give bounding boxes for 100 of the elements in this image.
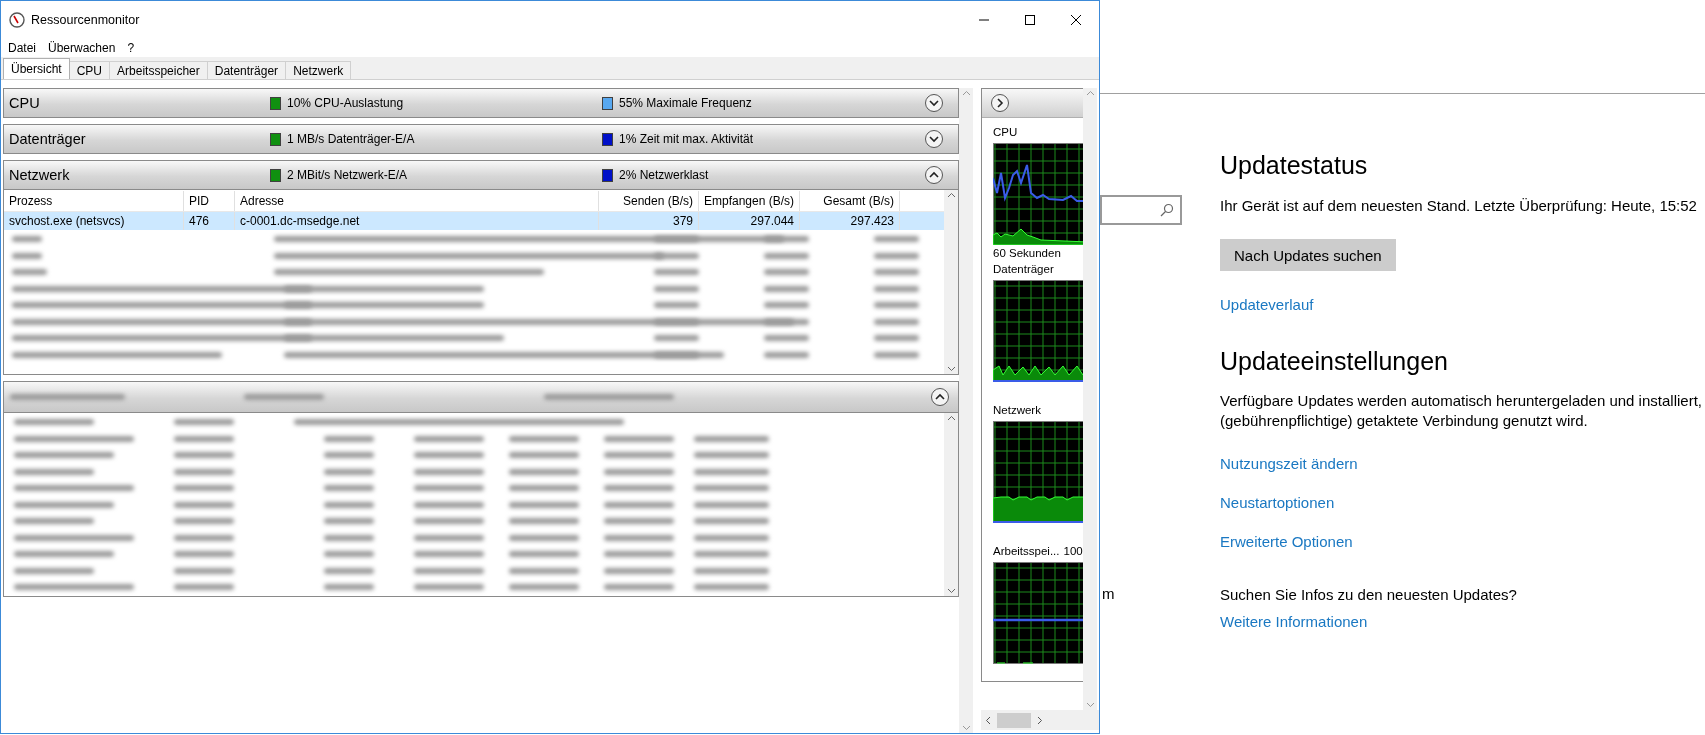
blurred-text — [414, 534, 484, 541]
section-title: Datenträger — [8, 131, 87, 147]
blurred-text — [414, 551, 484, 557]
blurred-text — [509, 534, 579, 541]
blurred-text — [414, 518, 484, 524]
blurred-text — [874, 335, 919, 341]
scroll-left-icon — [985, 715, 991, 725]
blurred-text — [414, 485, 484, 491]
search-icon — [1160, 203, 1174, 217]
blurred-text — [874, 236, 919, 242]
settings-link[interactable]: Erweiterte Optionen — [1220, 533, 1353, 550]
column-header[interactable]: Senden (B/s) — [599, 190, 699, 211]
scrollbar[interactable] — [944, 190, 958, 374]
scroll-up-icon — [961, 90, 971, 96]
blurred-text — [509, 584, 579, 590]
menu-item[interactable]: Überwachen — [48, 41, 116, 55]
blurred-text — [509, 567, 579, 574]
column-header[interactable]: Adresse — [235, 190, 599, 211]
tab[interactable]: Arbeitsspeicher — [109, 61, 208, 79]
graph-title: Arbeitsspei... — [993, 544, 1060, 559]
blurred-text — [764, 285, 809, 292]
scroll-down-icon — [1085, 702, 1095, 708]
section-heading: Updateeinstellungen — [1220, 346, 1448, 377]
blurred-text — [174, 584, 234, 590]
blurred-text — [174, 468, 234, 475]
menu-item[interactable]: ? — [127, 41, 135, 55]
maximize-icon — [1024, 14, 1036, 26]
tab[interactable]: Netzwerk — [285, 61, 352, 79]
scrollbar[interactable] — [981, 710, 1099, 730]
blurred-text — [509, 551, 579, 557]
scrollbar[interactable] — [959, 88, 973, 733]
table-row[interactable]: svchost.exe (netsvcs) 476 c-0001.dc-msedge.net 379 297.044 297.423 — [4, 212, 944, 230]
blurred-text — [654, 302, 699, 308]
blurred-text — [874, 302, 919, 308]
blurred-text — [509, 518, 579, 524]
scroll-down-icon — [946, 588, 956, 594]
gauge-icon — [9, 12, 25, 28]
column-header[interactable]: Gesamt (B/s) — [800, 190, 900, 211]
more-info-link[interactable]: Weitere Informationen — [1220, 613, 1368, 630]
blurred-text — [174, 534, 234, 541]
settings-link[interactable]: Nutzungszeit ändern — [1220, 455, 1358, 472]
menu-item[interactable]: Datei — [8, 41, 36, 55]
section-header[interactable] — [3, 381, 959, 413]
stat-label: 1% Zeit mit max. Aktivität — [619, 132, 754, 146]
stat-label: 1 MB/s Datenträger-E/A — [287, 132, 415, 146]
blurred-text — [12, 236, 42, 242]
sidebar-text: m — [1102, 585, 1115, 602]
stat-label: 2% Netzwerklast — [619, 168, 709, 182]
scrollbar[interactable] — [944, 413, 958, 596]
column-header[interactable]: PID — [184, 190, 235, 211]
blurred-text — [414, 501, 484, 508]
stat-label: 55% Maximale Frequenz — [619, 96, 752, 110]
blurred-text — [874, 351, 919, 358]
blurred-text — [654, 285, 699, 292]
check-updates-button[interactable]: Nach Updates suchen — [1220, 239, 1396, 271]
history-link[interactable]: Updateverlauf — [1220, 296, 1314, 313]
blurred-text — [509, 452, 579, 458]
blurred-text — [604, 435, 674, 442]
blurred-text — [324, 518, 374, 524]
section-header[interactable]: Datenträger 1 MB/s Datenträger-E/A 1% Zeit mit max. Aktivität — [3, 124, 959, 154]
blurred-text — [414, 452, 484, 458]
search-field[interactable] — [1100, 195, 1182, 225]
blurred-text — [509, 435, 579, 442]
section-header[interactable]: Netzwerk 2 MBit/s Netzwerk-E/A 2% Netzwerklast — [3, 160, 959, 190]
blurred-text — [764, 269, 809, 275]
blurred-text — [654, 335, 699, 341]
blurred-text — [324, 452, 374, 458]
blurred-text — [324, 534, 374, 541]
stat-label: 2 MBit/s Netzwerk-E/A — [287, 168, 408, 182]
section-header[interactable]: CPU 10% CPU-Auslastung 55% Maximale Frequenz — [3, 88, 959, 118]
graph-caption: 60 Sekunden — [993, 246, 1062, 261]
settings-link[interactable]: Neustartoptionen — [1220, 494, 1335, 511]
blurred-text — [509, 468, 579, 475]
column-header[interactable]: Empfangen (B/s) — [699, 190, 800, 211]
blurred-text — [12, 269, 47, 275]
blurred-text — [764, 302, 809, 308]
blurred-text — [174, 501, 234, 508]
scrollbar[interactable] — [1083, 88, 1097, 710]
blurred-text — [509, 501, 579, 508]
graph-title: Datenträger — [993, 262, 1054, 277]
blurred-text — [604, 501, 674, 508]
blurred-text — [604, 452, 674, 458]
blurred-text — [764, 351, 809, 358]
column-header[interactable]: Prozess — [4, 190, 184, 211]
blurred-text — [604, 551, 674, 557]
blurred-text — [874, 252, 919, 259]
blurred-text — [874, 269, 919, 275]
window-title: Ressourcenmonitor — [31, 13, 140, 27]
close-icon — [1070, 14, 1082, 26]
scroll-down-icon — [961, 725, 971, 731]
blurred-text — [414, 567, 484, 574]
blurred-text — [414, 435, 484, 442]
blurred-text — [764, 335, 809, 341]
tab[interactable]: Datenträger — [206, 61, 287, 79]
blurred-text — [324, 567, 374, 574]
tab[interactable]: Übersicht — [3, 58, 70, 79]
blurred-text — [654, 269, 699, 275]
section-heading: Updatestatus — [1220, 150, 1368, 181]
blurred-text — [414, 584, 484, 590]
blurred-text — [324, 468, 374, 475]
